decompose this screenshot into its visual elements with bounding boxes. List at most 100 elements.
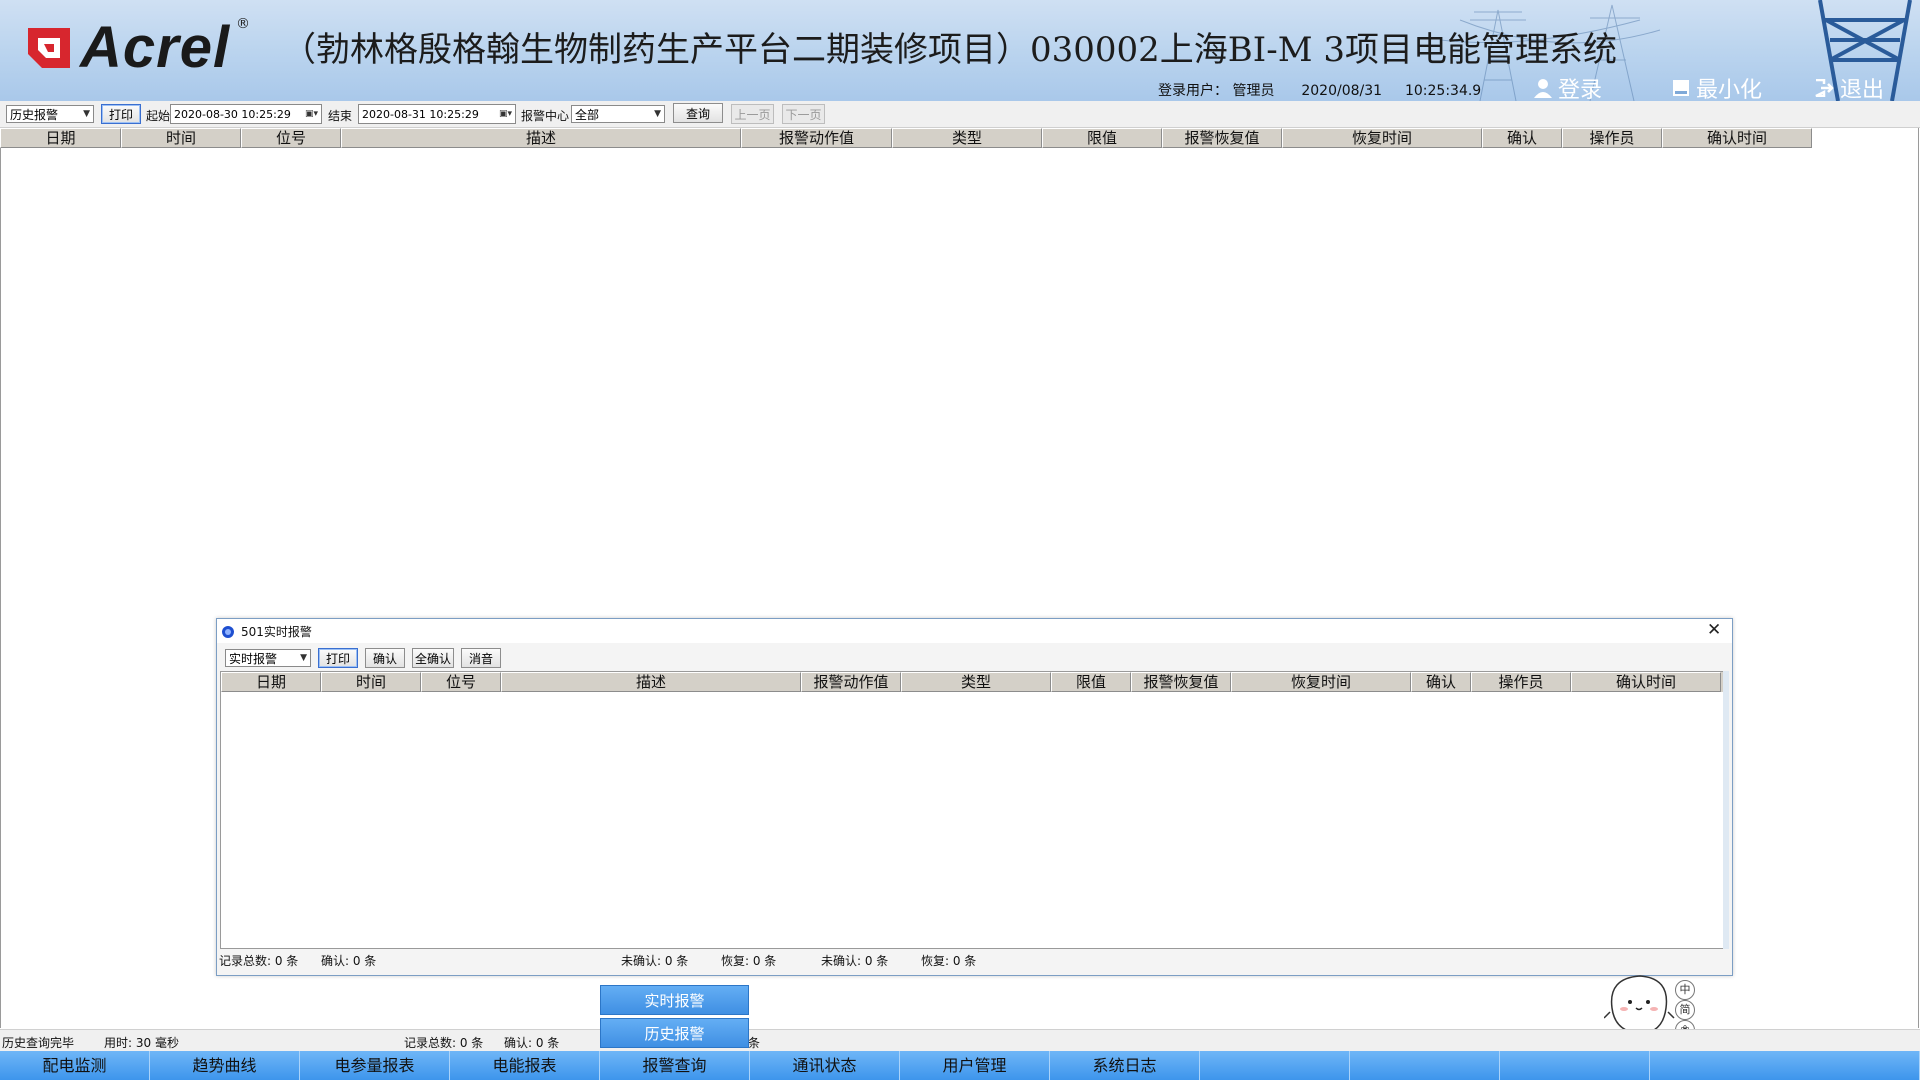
minimize-icon xyxy=(1673,80,1689,96)
minimize-button-label: 最小化 xyxy=(1696,78,1763,103)
nav-alarm-query[interactable]: 报警查询 xyxy=(600,1051,750,1080)
app-header: Acrel ® （勃林格殷格翰生物制药生产平台二期装修项目）030002上海BI… xyxy=(0,0,1920,104)
nav-empty-slot[interactable] xyxy=(1350,1051,1500,1080)
minimize-button[interactable]: 最小化 xyxy=(1672,72,1762,104)
alarm-center-label: 报警中心 xyxy=(521,109,570,123)
column-header[interactable]: 确认时间 xyxy=(1571,672,1721,692)
acrel-logo-text: Acrel xyxy=(80,15,231,80)
ime-language-toggle[interactable]: 中 xyxy=(1675,980,1695,1000)
query-toolbar: 历史报警 ▼ 打印 起始 2020-08-30 10:25:29 ▣▾ 结束 2… xyxy=(0,101,1920,128)
nav-comm-status[interactable]: 通讯状态 xyxy=(750,1051,900,1080)
prev-page-button[interactable]: 上一页 xyxy=(731,104,774,124)
login-button-label: 登录 xyxy=(1558,78,1603,103)
query-button[interactable]: 查询 xyxy=(673,103,723,123)
confirmed-count: 确认: 0 条 xyxy=(504,1036,560,1050)
calendar-dropdown-icon: ▣▾ xyxy=(304,109,318,119)
status-bar: 历史查询完毕 用时: 30 毫秒 记录总数: 0 条 确认: 0 条 条 xyxy=(0,1029,1920,1052)
nav-empty-slot[interactable] xyxy=(1200,1051,1350,1080)
column-header[interactable]: 位号 xyxy=(241,128,341,148)
column-header[interactable]: 报警动作值 xyxy=(741,128,892,148)
bottom-nav: 配电监测 趋势曲线 电参量报表 电能报表 报警查询 通讯状态 用户管理 系统日志 xyxy=(0,1051,1920,1080)
start-datetime-value: 2020-08-30 10:25:29 xyxy=(174,107,291,121)
registered-mark: ® xyxy=(236,16,250,32)
history-alarm-table: 日期 时间 位号 描述 报警动作值 类型 限值 报警恢复值 恢复时间 确认 操作… xyxy=(0,128,1812,148)
column-header[interactable]: 操作员 xyxy=(1562,128,1662,148)
alarm-app-icon xyxy=(222,626,234,638)
restored-count: 恢复: 0 条 xyxy=(921,954,977,968)
chevron-down-icon: ▼ xyxy=(300,653,307,663)
column-header[interactable]: 时间 xyxy=(321,672,421,692)
chevron-down-icon: ▼ xyxy=(654,109,661,119)
exit-button[interactable]: 退出 xyxy=(1814,72,1884,104)
window-titlebar[interactable]: 501实时报警 ✕ xyxy=(217,619,1732,643)
table-header: 日期 时间 位号 描述 报警动作值 类型 限值 报警恢复值 恢复时间 确认 操作… xyxy=(0,128,1812,148)
nav-energy-report[interactable]: 电能报表 xyxy=(450,1051,600,1080)
column-header[interactable]: 描述 xyxy=(341,128,741,148)
nav-parameter-report[interactable]: 电参量报表 xyxy=(300,1051,450,1080)
nav-trend-curve[interactable]: 趋势曲线 xyxy=(150,1051,300,1080)
end-datetime-picker[interactable]: 2020-08-31 10:25:29 ▣▾ xyxy=(358,104,516,124)
acrel-logo-icon xyxy=(28,28,70,68)
alarm-center-value: 全部 xyxy=(575,107,600,122)
confirm-button[interactable]: 确认 xyxy=(365,648,405,668)
total-records: 记录总数: 0 条 xyxy=(404,1036,484,1050)
status-tail: 条 xyxy=(748,1036,761,1050)
column-header[interactable]: 时间 xyxy=(121,128,241,148)
ime-mode-toggle[interactable]: 简 xyxy=(1675,1000,1695,1020)
column-header[interactable]: 确认 xyxy=(1482,128,1562,148)
mute-button[interactable]: 消音 xyxy=(461,648,501,668)
column-header[interactable]: 恢复时间 xyxy=(1231,672,1411,692)
submenu-realtime-alarm[interactable]: 实时报警 xyxy=(600,985,749,1015)
column-header[interactable]: 日期 xyxy=(0,128,121,148)
realtime-alarm-window[interactable]: 501实时报警 ✕ 实时报警 ▼ 打印 确认 全确认 消音 日期 时间 位号 描… xyxy=(216,618,1733,976)
column-header[interactable]: 类型 xyxy=(901,672,1051,692)
nav-system-log[interactable]: 系统日志 xyxy=(1050,1051,1200,1080)
confirmed-count: 确认: 0 条 xyxy=(321,954,377,968)
popup-status-bar: 记录总数: 0 条 确认: 0 条 未确认: 0 条 恢复: 0 条 未确认: … xyxy=(219,949,1724,969)
start-label: 起始 xyxy=(146,109,171,123)
column-header[interactable]: 恢复时间 xyxy=(1282,128,1482,148)
popup-mode-value: 实时报警 xyxy=(229,651,278,666)
column-header[interactable]: 位号 xyxy=(421,672,501,692)
table-left-border xyxy=(0,148,1,1028)
column-header[interactable]: 限值 xyxy=(1051,672,1131,692)
login-button[interactable]: 登录 xyxy=(1534,72,1602,104)
total-records: 记录总数: 0 条 xyxy=(219,954,299,968)
scrollbar-track[interactable] xyxy=(1723,671,1729,949)
alarm-mode-select[interactable]: 历史报警 ▼ xyxy=(6,105,94,123)
nav-power-monitoring[interactable]: 配电监测 xyxy=(0,1051,150,1080)
popup-print-button[interactable]: 打印 xyxy=(318,648,358,668)
column-header[interactable]: 报警恢复值 xyxy=(1162,128,1282,148)
table-right-border xyxy=(1918,128,1919,1028)
print-button[interactable]: 打印 xyxy=(101,104,141,124)
column-header[interactable]: 报警动作值 xyxy=(801,672,901,692)
column-header[interactable]: 确认时间 xyxy=(1662,128,1812,148)
current-date: 2020/08/31 xyxy=(1301,83,1383,99)
popup-mode-select[interactable]: 实时报警 ▼ xyxy=(225,649,311,667)
column-header[interactable]: 报警恢复值 xyxy=(1131,672,1231,692)
close-icon[interactable]: ✕ xyxy=(1707,620,1721,640)
window-title: 501实时报警 xyxy=(241,625,312,639)
submenu-history-alarm[interactable]: 历史报警 xyxy=(600,1018,749,1048)
end-label: 结束 xyxy=(328,109,353,123)
nav-user-management[interactable]: 用户管理 xyxy=(900,1051,1050,1080)
alarm-center-select[interactable]: 全部 ▼ xyxy=(571,105,665,123)
exit-button-label: 退出 xyxy=(1840,78,1885,103)
column-header[interactable]: 描述 xyxy=(501,672,801,692)
column-header[interactable]: 类型 xyxy=(892,128,1042,148)
calendar-dropdown-icon: ▣▾ xyxy=(498,109,512,119)
login-label: 登录用户： xyxy=(1158,83,1228,99)
confirm-all-button[interactable]: 全确认 xyxy=(412,648,454,668)
column-header[interactable]: 限值 xyxy=(1042,128,1162,148)
query-status: 历史查询完毕 xyxy=(2,1036,75,1050)
realtime-alarm-table: 日期 时间 位号 描述 报警动作值 类型 限值 报警恢复值 恢复时间 确认 操作… xyxy=(220,671,1724,949)
next-page-button[interactable]: 下一页 xyxy=(782,104,825,124)
column-header[interactable]: 确认 xyxy=(1411,672,1471,692)
exit-icon xyxy=(1815,79,1834,97)
end-datetime-value: 2020-08-31 10:25:29 xyxy=(362,107,479,121)
nav-empty-slot[interactable] xyxy=(1500,1051,1650,1080)
column-header[interactable]: 操作员 xyxy=(1471,672,1571,692)
nav-empty-slot[interactable] xyxy=(1650,1051,1920,1080)
start-datetime-picker[interactable]: 2020-08-30 10:25:29 ▣▾ xyxy=(170,104,322,124)
column-header[interactable]: 日期 xyxy=(221,672,321,692)
